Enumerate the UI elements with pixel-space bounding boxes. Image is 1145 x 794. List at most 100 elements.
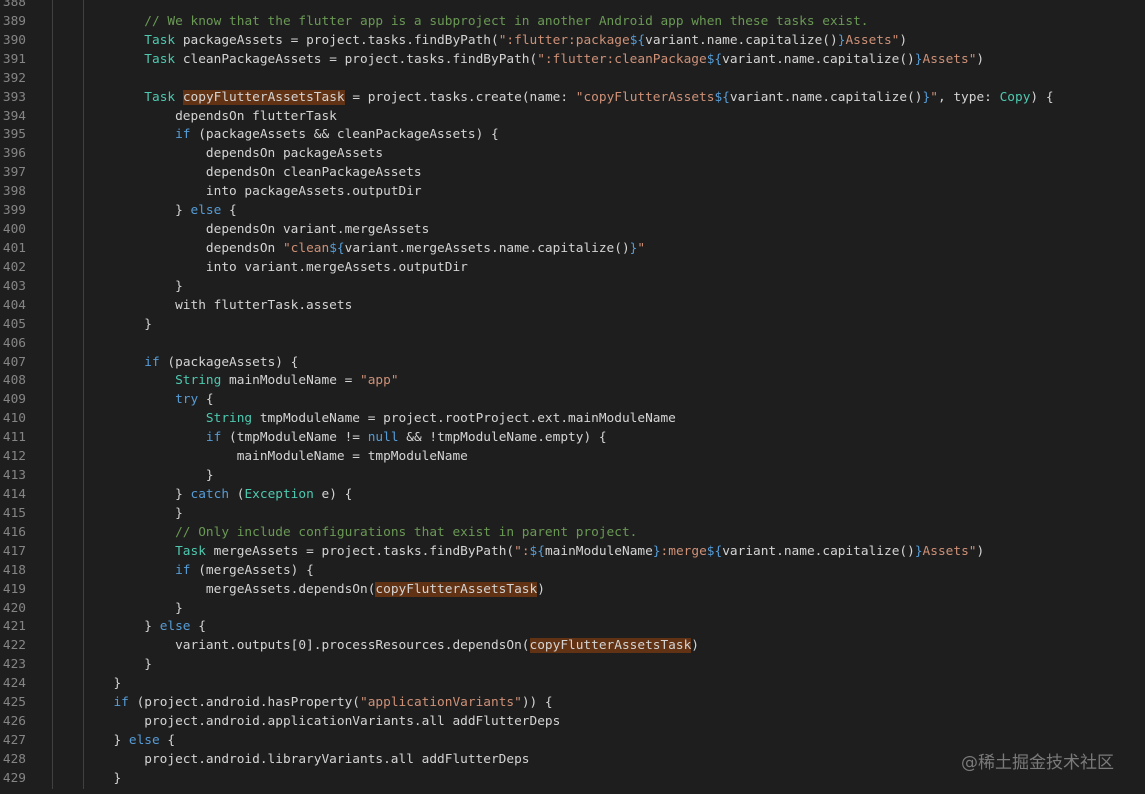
line-code[interactable]: } — [21, 675, 121, 694]
code-line[interactable]: 397 dependsOn cleanPackageAssets — [0, 164, 1145, 183]
code-line[interactable]: 400 dependsOn variant.mergeAssets — [0, 221, 1145, 240]
code-line[interactable]: 409 try { — [0, 391, 1145, 410]
line-code[interactable]: mergeAssets.dependsOn(copyFlutterAssetsT… — [21, 581, 545, 600]
line-code[interactable]: } — [21, 505, 183, 524]
code-line[interactable]: 398 into packageAssets.outputDir — [0, 183, 1145, 202]
line-code[interactable]: } — [21, 467, 214, 486]
code-line[interactable]: 401 dependsOn "clean${variant.mergeAsset… — [0, 240, 1145, 259]
code-text: ) — [899, 32, 908, 48]
code-line[interactable]: 415 } — [0, 505, 1145, 524]
string-token: ":flutter:package — [498, 32, 630, 48]
code-line[interactable]: 420 } — [0, 600, 1145, 619]
line-code[interactable]: } — [21, 278, 183, 297]
line-code[interactable]: Task mergeAssets = project.tasks.findByP… — [21, 543, 984, 562]
code-line[interactable]: 418 if (mergeAssets) { — [0, 562, 1145, 581]
code-line[interactable]: 395 if (packageAssets && cleanPackageAss… — [0, 126, 1145, 145]
code-line[interactable]: 422 variant.outputs[0].processResources.… — [0, 637, 1145, 656]
code-line[interactable]: 424 } — [0, 675, 1145, 694]
line-code[interactable]: } else { — [21, 202, 237, 221]
line-code[interactable]: Task packageAssets = project.tasks.findB… — [21, 32, 907, 51]
keyword-token: else — [190, 203, 222, 219]
interpolation-token: ${ — [706, 51, 723, 67]
line-code[interactable]: String tmpModuleName = project.rootProje… — [21, 410, 676, 429]
code-line[interactable]: 426 project.android.applicationVariants.… — [0, 713, 1145, 732]
code-editor[interactable]: 388 389 // We know that the flutter app i… — [0, 0, 1145, 789]
code-line[interactable]: 388 — [0, 0, 1145, 13]
code-line[interactable]: 406 — [0, 335, 1145, 354]
code-line[interactable]: 394 dependsOn flutterTask — [0, 108, 1145, 127]
line-code[interactable]: if (packageAssets && cleanPackageAssets)… — [21, 126, 499, 145]
code-line[interactable]: 413 } — [0, 467, 1145, 486]
line-code[interactable]: if (packageAssets) { — [21, 354, 298, 373]
code-text: project.android.applicationVariants.all … — [21, 714, 561, 730]
line-code[interactable]: dependsOn cleanPackageAssets — [21, 164, 422, 183]
line-code[interactable]: if (tmpModuleName != null && !tmpModuleN… — [21, 429, 607, 448]
code-line[interactable]: 391 Task cleanPackageAssets = project.ta… — [0, 51, 1145, 70]
line-code[interactable]: mainModuleName = tmpModuleName — [21, 448, 468, 467]
code-text: = project.tasks.create(name: — [344, 89, 576, 105]
code-line[interactable]: 417 Task mergeAssets = project.tasks.fin… — [0, 543, 1145, 562]
code-text: mainModuleName = — [221, 373, 361, 389]
keyword-token: else — [128, 732, 160, 748]
line-code[interactable]: project.android.libraryVariants.all addF… — [21, 751, 529, 770]
line-code[interactable]: Task cleanPackageAssets = project.tasks.… — [21, 51, 984, 70]
code-text: into packageAssets.outputDir — [21, 184, 422, 200]
highlighted-symbol: copyFlutterAssetsTask — [375, 581, 538, 597]
code-text: with flutterTask.assets — [21, 297, 353, 313]
line-code[interactable]: } — [21, 656, 152, 675]
line-code[interactable]: dependsOn flutterTask — [21, 108, 337, 127]
code-text: (tmpModuleName != — [221, 430, 368, 446]
line-code[interactable]: } catch (Exception e) { — [21, 486, 352, 505]
line-code[interactable]: } — [21, 770, 121, 789]
code-line[interactable]: 402 into variant.mergeAssets.outputDir — [0, 259, 1145, 278]
line-code[interactable]: // We know that the flutter app is a sub… — [21, 13, 868, 32]
code-text: (mergeAssets) { — [190, 562, 314, 578]
code-line[interactable]: 423 } — [0, 656, 1145, 675]
code-line[interactable]: 407 if (packageAssets) { — [0, 354, 1145, 373]
line-code[interactable]: variant.outputs[0].processResources.depe… — [21, 637, 699, 656]
line-code[interactable]: dependsOn variant.mergeAssets — [21, 221, 429, 240]
code-line[interactable]: 411 if (tmpModuleName != null && !tmpMod… — [0, 429, 1145, 448]
line-code[interactable]: into variant.mergeAssets.outputDir — [21, 259, 468, 278]
line-code[interactable]: // Only include configurations that exis… — [21, 524, 637, 543]
code-line[interactable]: 410 String tmpModuleName = project.rootP… — [0, 410, 1145, 429]
code-line[interactable]: 399 } else { — [0, 202, 1145, 221]
line-code[interactable]: project.android.applicationVariants.all … — [21, 713, 560, 732]
code-text: tmpModuleName = project.rootProject.ext.… — [252, 411, 676, 427]
string-token: Assets" — [845, 32, 900, 48]
code-line[interactable]: 416 // Only include configurations that … — [0, 524, 1145, 543]
string-token: "applicationVariants" — [360, 695, 522, 711]
line-code[interactable]: } — [21, 600, 183, 619]
type-token: Task — [144, 89, 176, 105]
highlighted-symbol: copyFlutterAssetsTask — [182, 89, 345, 105]
code-line[interactable]: 405 } — [0, 316, 1145, 335]
line-code[interactable]: with flutterTask.assets — [21, 297, 352, 316]
code-line[interactable]: 414 } catch (Exception e) { — [0, 486, 1145, 505]
code-line[interactable]: 408 String mainModuleName = "app" — [0, 372, 1145, 391]
line-code[interactable]: Task copyFlutterAssetsTask = project.tas… — [21, 89, 1054, 108]
code-line[interactable]: 389 // We know that the flutter app is a… — [0, 13, 1145, 32]
code-line[interactable]: 404 with flutterTask.assets — [0, 297, 1145, 316]
line-code[interactable]: try { — [21, 391, 214, 410]
code-text: dependsOn flutterTask — [21, 108, 337, 124]
code-line[interactable]: 390 Task packageAssets = project.tasks.f… — [0, 32, 1145, 51]
line-code[interactable]: into packageAssets.outputDir — [21, 183, 422, 202]
line-code[interactable]: } — [21, 316, 152, 335]
line-code[interactable]: } else { — [21, 732, 175, 751]
line-code[interactable]: if (project.android.hasProperty("applica… — [21, 694, 552, 713]
line-code[interactable]: if (mergeAssets) { — [21, 562, 314, 581]
code-line[interactable]: 419 mergeAssets.dependsOn(copyFlutterAss… — [0, 581, 1145, 600]
line-code[interactable]: String mainModuleName = "app" — [21, 372, 398, 391]
type-token: Task — [175, 543, 206, 559]
code-line[interactable]: 421 } else { — [0, 618, 1145, 637]
code-line[interactable]: 412 mainModuleName = tmpModuleName — [0, 448, 1145, 467]
code-line[interactable]: 396 dependsOn packageAssets — [0, 145, 1145, 164]
code-line[interactable]: 425 if (project.android.hasProperty("app… — [0, 694, 1145, 713]
line-code[interactable]: dependsOn packageAssets — [21, 145, 383, 164]
code-line[interactable]: 392 — [0, 70, 1145, 89]
line-code[interactable]: dependsOn "clean${variant.mergeAssets.na… — [21, 240, 645, 259]
code-line[interactable]: 403 } — [0, 278, 1145, 297]
code-line[interactable]: 393 Task copyFlutterAssetsTask = project… — [0, 89, 1145, 108]
line-code[interactable]: } else { — [21, 618, 206, 637]
